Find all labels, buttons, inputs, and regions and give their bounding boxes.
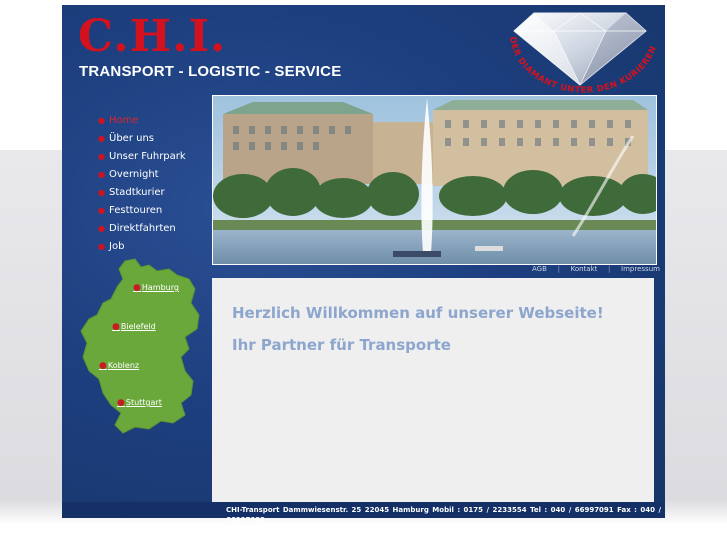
footer-contact-info: CHI-Transport Dammwiesenstr. 25 22045 Ha… [226, 506, 661, 524]
map-link-koblenz[interactable]: ●Koblenz [99, 361, 139, 371]
map-marker-icon: ● [117, 398, 125, 408]
nav-item--ber-uns[interactable]: ● Über uns [98, 129, 208, 147]
nav-item-label: Stadtkurier [109, 186, 165, 198]
bullet-icon: ● [98, 133, 105, 143]
map-link-label: Bielefeld [120, 322, 156, 331]
link-agb[interactable]: AGB [532, 265, 547, 273]
nav-item-direktfahrten[interactable]: ● Direktfahrten [98, 219, 208, 237]
nav-item-unser-fuhrpark[interactable]: ● Unser Fuhrpark [98, 147, 208, 165]
nav-item-label: Festtouren [109, 204, 163, 216]
map-link-label: Koblenz [107, 361, 140, 370]
nav-item-stadtkurier[interactable]: ● Stadtkurier [98, 183, 208, 201]
bullet-icon: ● [98, 241, 105, 251]
subtitle-heading: Ihr Partner für Transporte [232, 336, 451, 354]
nav-item-home[interactable]: ● Home [98, 111, 208, 129]
bullet-icon: ● [98, 223, 105, 233]
hero-image [212, 95, 657, 265]
bullet-icon: ● [98, 169, 105, 179]
link-kontakt[interactable]: Kontakt [571, 265, 598, 273]
map-link-bielefeld[interactable]: ●Bielefeld [112, 322, 156, 332]
map-marker-icon: ● [133, 283, 141, 293]
map-link-label: Hamburg [141, 283, 179, 292]
bullet-icon: ● [98, 205, 105, 215]
nav-item-label: Home [109, 114, 139, 126]
content-panel: Herzlich Willkommen auf unserer Webseite… [212, 278, 654, 503]
tagline: TRANSPORT - LOGISTIC - SERVICE [79, 63, 342, 80]
nav-item-overnight[interactable]: ● Overnight [98, 165, 208, 183]
footer-bar: CHI-Transport Dammwiesenstr. 25 22045 Ha… [62, 502, 665, 524]
separator: | [557, 265, 560, 273]
map-link-hamburg[interactable]: ●Hamburg [133, 283, 179, 293]
nav-item-label: Unser Fuhrpark [109, 150, 186, 162]
bullet-icon: ● [98, 151, 105, 161]
nav-item-festtouren[interactable]: ● Festtouren [98, 201, 208, 219]
bullet-icon: ● [98, 187, 105, 197]
meta-links: AGB | Kontakt | Impressum [532, 265, 660, 273]
nav-item-job[interactable]: ● Job [98, 237, 208, 255]
main-navigation: ● Home ● Über uns ● Unser Fuhrpark ● Overnight ●… [98, 111, 208, 255]
company-logo[interactable]: C.H.I. [78, 11, 226, 62]
bullet-icon: ● [98, 115, 105, 125]
diamond-logo-icon: DER DIAMANT UNTER DEN KURIEREN [507, 12, 658, 96]
map-marker-icon: ● [112, 322, 120, 332]
link-impressum[interactable]: Impressum [621, 265, 660, 273]
separator: | [608, 265, 611, 273]
welcome-heading: Herzlich Willkommen auf unserer Webseite… [232, 304, 604, 322]
map-link-label: Stuttgart [125, 398, 162, 407]
nav-item-label: Über uns [109, 132, 154, 144]
map-marker-icon: ● [99, 361, 107, 371]
hamburg-panorama-image [213, 96, 656, 264]
nav-item-label: Job [109, 240, 125, 252]
nav-item-label: Overnight [109, 168, 159, 180]
map-link-stuttgart[interactable]: ●Stuttgart [117, 398, 162, 408]
page-container: C.H.I. TRANSPORT - LOGISTIC - SERVICE DE… [62, 5, 665, 518]
nav-item-label: Direktfahrten [109, 222, 176, 234]
